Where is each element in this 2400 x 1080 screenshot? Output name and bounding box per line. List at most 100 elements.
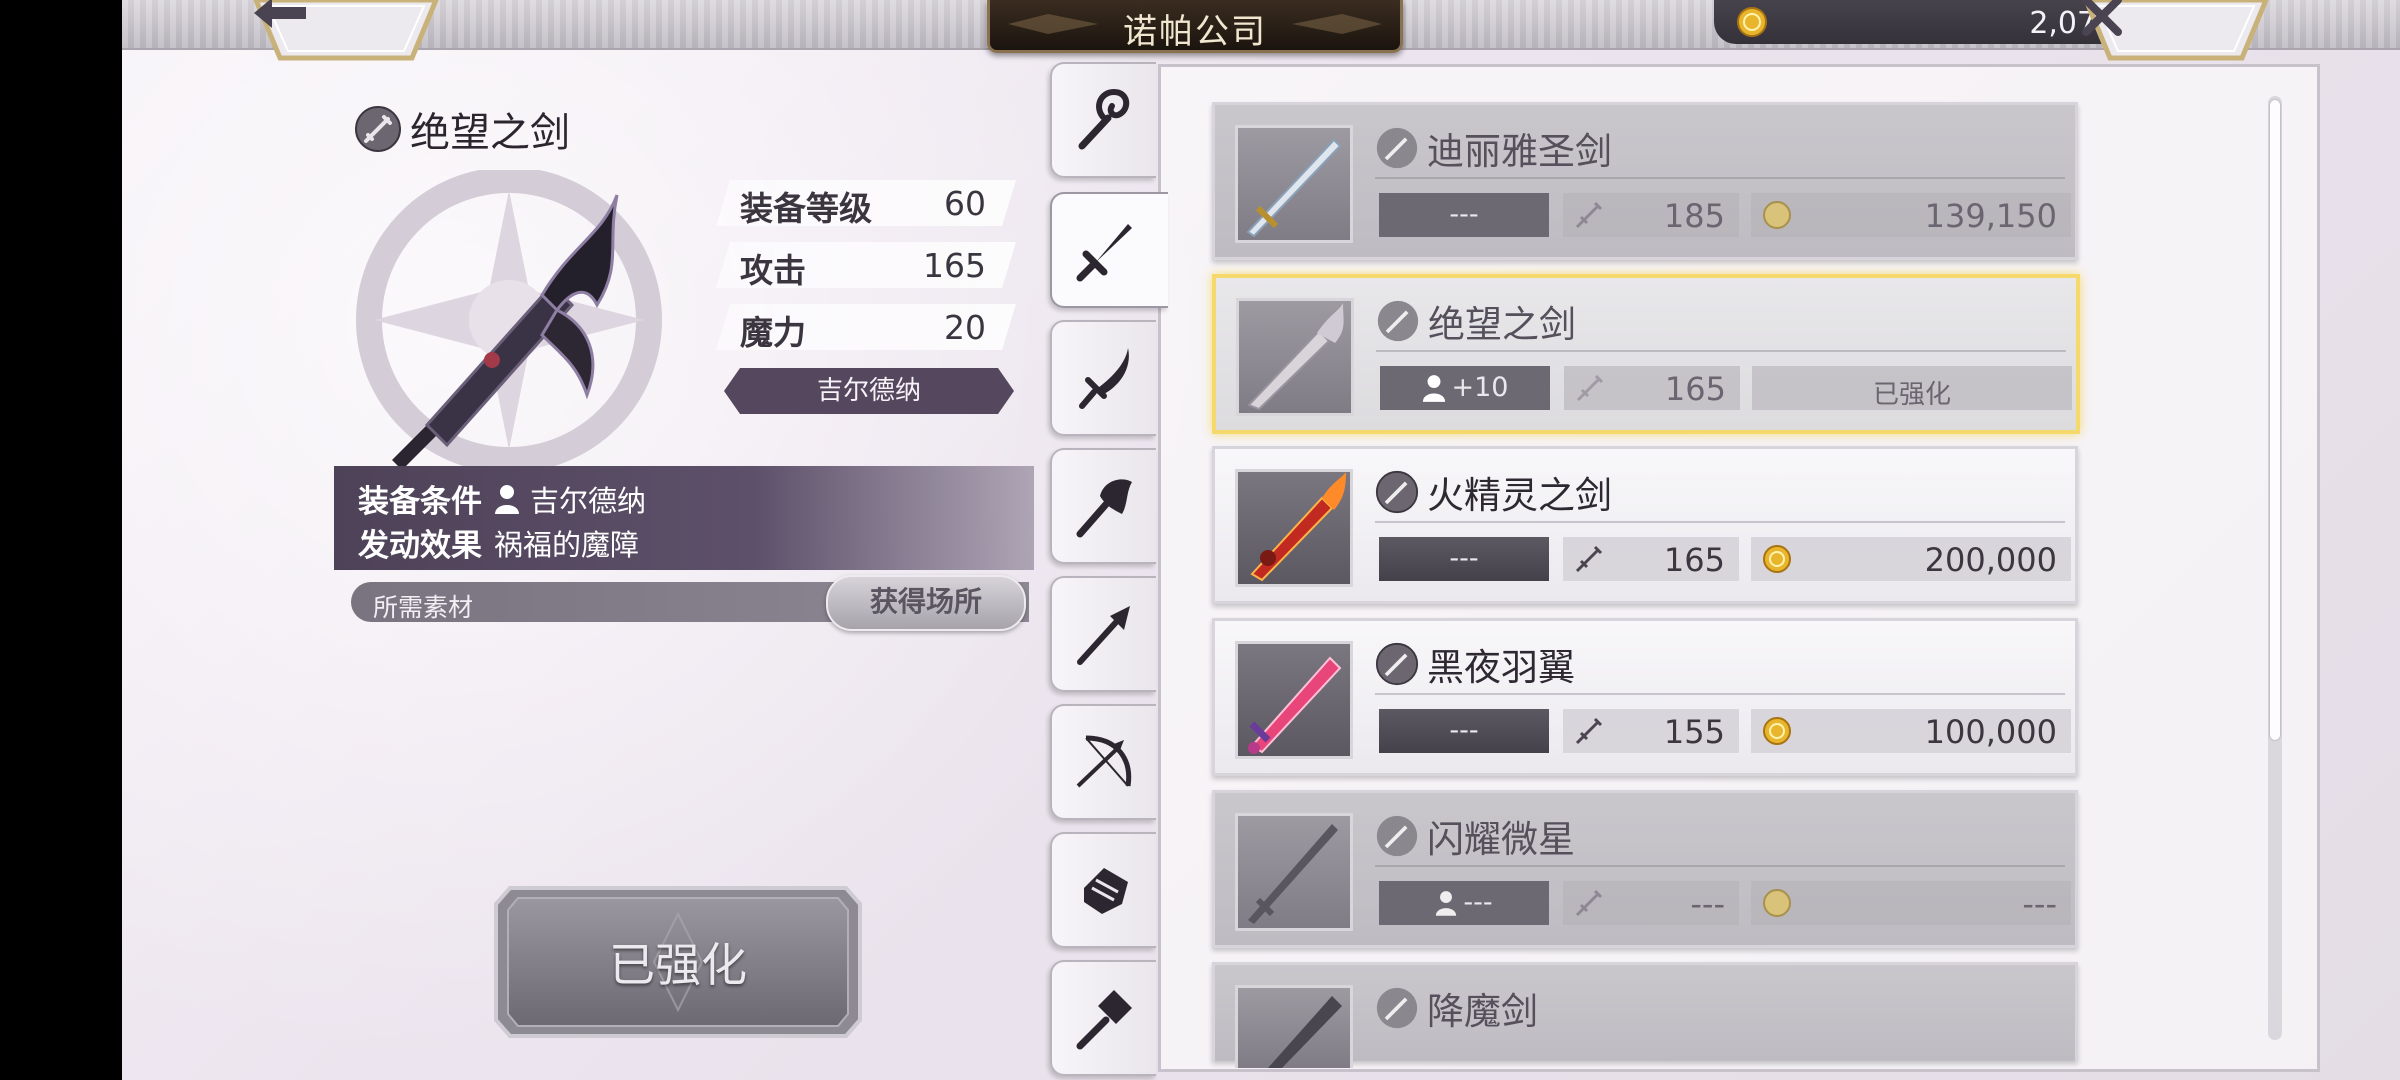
enhance-level: +10: [1451, 372, 1509, 403]
weapon-thumbnail: [1235, 641, 1353, 759]
tab-hammer[interactable]: [1050, 960, 1156, 1076]
weapon-card[interactable]: 迪丽雅圣剑 --- 185 139,150: [1212, 102, 2078, 260]
tab-bow[interactable]: [1050, 704, 1156, 820]
sword-badge-icon: [355, 106, 401, 152]
weapon-card-selected[interactable]: 绝望之剑 +10 165 已强化: [1212, 274, 2080, 434]
weapon-slot: ---: [1379, 537, 1549, 581]
twinkle-star-sword-image: [1248, 824, 1338, 924]
weapon-card[interactable]: 黑夜羽翼 --- 155 100,000: [1212, 618, 2078, 776]
left-arrow-icon: [252, 0, 440, 58]
sword-icon: [1076, 224, 1132, 282]
weapon-name-row: 火精灵之剑: [1375, 465, 1612, 519]
divider: [1375, 693, 2065, 695]
attack-cell: 165: [1563, 537, 1739, 581]
weapon-card[interactable]: 闪耀微星 --- --- ---: [1212, 790, 2078, 948]
shop-title: 诺帕公司: [1123, 12, 1267, 52]
gold-coin-icon: [1763, 545, 1791, 573]
game-screen: 诺帕公司 2,074,842 绝望之剑: [122, 0, 2400, 1080]
fire-spirit-sword-image: [1250, 472, 1346, 582]
acquire-location-button[interactable]: 获得场所: [826, 575, 1026, 631]
attack-icon: [1575, 717, 1603, 745]
stats-list: 装备等级 60 攻击 165 魔力 20: [716, 180, 1016, 366]
weapon-card[interactable]: 火精灵之剑 --- 165 200,000: [1212, 446, 2078, 604]
weapon-name: 闪耀微星: [1427, 818, 1575, 861]
back-button[interactable]: [252, 0, 440, 66]
price-value: 100,000: [1924, 713, 2057, 751]
demon-slayer-sword-image: [1268, 996, 1342, 1068]
weapon-thumbnail: [1235, 813, 1353, 931]
close-x-icon: [2082, 0, 2270, 58]
weapon-card[interactable]: 降魔剑: [1212, 962, 2078, 1068]
gold-coin-icon: [1763, 201, 1791, 229]
weapon-thumbnail: [1236, 298, 1354, 416]
weapon-thumbnail: [1235, 985, 1353, 1068]
scrollbar-thumb[interactable]: [2270, 100, 2280, 740]
sword-badge-icon: [1375, 470, 1419, 514]
weapon-thumbnail: [1235, 469, 1353, 587]
weapon-name-row: 降魔剑: [1375, 981, 1538, 1035]
weapon-name: 迪丽雅圣剑: [1427, 130, 1612, 173]
conditions-box: 装备条件 吉尔德纳 发动效果 祸福的魔障: [334, 466, 1034, 570]
stat-label: 攻击: [740, 251, 806, 290]
attack-icon: [1575, 889, 1603, 917]
weapon-name: 火精灵之剑: [1427, 474, 1612, 517]
price-value: ---: [2022, 885, 2057, 923]
weapon-name-row: 黑夜羽翼: [1375, 637, 1575, 691]
effect-label: 发动效果: [358, 528, 482, 564]
spear-icon: [1077, 606, 1130, 665]
attack-cell: 165: [1564, 366, 1740, 410]
enhanced-action-button[interactable]: 已强化: [492, 884, 864, 1040]
shop-title-plate: 诺帕公司: [987, 0, 1403, 53]
weapon-slot: ---: [1379, 193, 1549, 237]
attack-icon: [1575, 545, 1603, 573]
attack-cell: 155: [1563, 709, 1739, 753]
attack-icon: [1576, 374, 1604, 402]
weapon-name-row: 绝望之剑: [1376, 294, 1576, 348]
requirement-row: 装备条件 吉尔德纳: [358, 476, 646, 521]
person-icon: [495, 484, 519, 514]
weapon-name: 绝望之剑: [1428, 303, 1576, 346]
person-icon: [1436, 891, 1457, 916]
tab-sword[interactable]: [1050, 192, 1168, 308]
stat-value: 60: [944, 184, 986, 223]
weapon-thumbnail: [1235, 125, 1353, 243]
owner-slot: ---: [1379, 881, 1549, 925]
person-icon: [1422, 375, 1445, 402]
enhanced-button-label: 已强化: [609, 938, 747, 992]
sword-badge-icon: [1376, 987, 1418, 1029]
requirement-value: 吉尔德纳: [530, 483, 647, 518]
sword-badge-icon: [1376, 127, 1418, 169]
price-cell: 139,150: [1751, 193, 2071, 237]
effect-value: 祸福的魔障: [494, 527, 640, 562]
gold-coin-icon: [1763, 889, 1791, 917]
stat-row: 魔力 20: [716, 304, 1016, 350]
tab-axe[interactable]: [1050, 448, 1156, 564]
tab-scimitar[interactable]: [1050, 320, 1156, 436]
gold-coin-icon: [1737, 7, 1767, 37]
weapon-name-row: 迪丽雅圣剑: [1375, 121, 1612, 175]
price-value: 200,000: [1924, 541, 2057, 579]
weapon-name: 降魔剑: [1427, 990, 1538, 1033]
tab-gauntlet[interactable]: [1050, 832, 1156, 948]
divider: [1375, 521, 2065, 523]
price-cell: 200,000: [1751, 537, 2071, 581]
owner-value: ---: [1463, 887, 1493, 918]
item-title: 绝望之剑: [354, 100, 570, 158]
stat-row: 装备等级 60: [716, 180, 1016, 226]
attack-value: 155: [1663, 713, 1725, 751]
hammer-icon: [1076, 990, 1132, 1050]
materials-label: 所需素材: [373, 593, 474, 622]
stat-value: 20: [944, 308, 986, 347]
weapon-slot: ---: [1379, 709, 1549, 753]
weapon-name-row: 闪耀微星: [1375, 809, 1575, 863]
stat-row: 攻击 165: [716, 242, 1016, 288]
sword-badge-icon: [1376, 815, 1418, 857]
tab-staff[interactable]: [1050, 62, 1156, 178]
owner-slot: +10: [1380, 366, 1550, 410]
divider: [1375, 865, 2065, 867]
item-name: 绝望之剑: [410, 110, 570, 156]
tab-spear[interactable]: [1050, 576, 1156, 692]
staff-icon: [1078, 88, 1130, 150]
close-button[interactable]: [2082, 0, 2270, 66]
attack-cell: 185: [1563, 193, 1739, 237]
